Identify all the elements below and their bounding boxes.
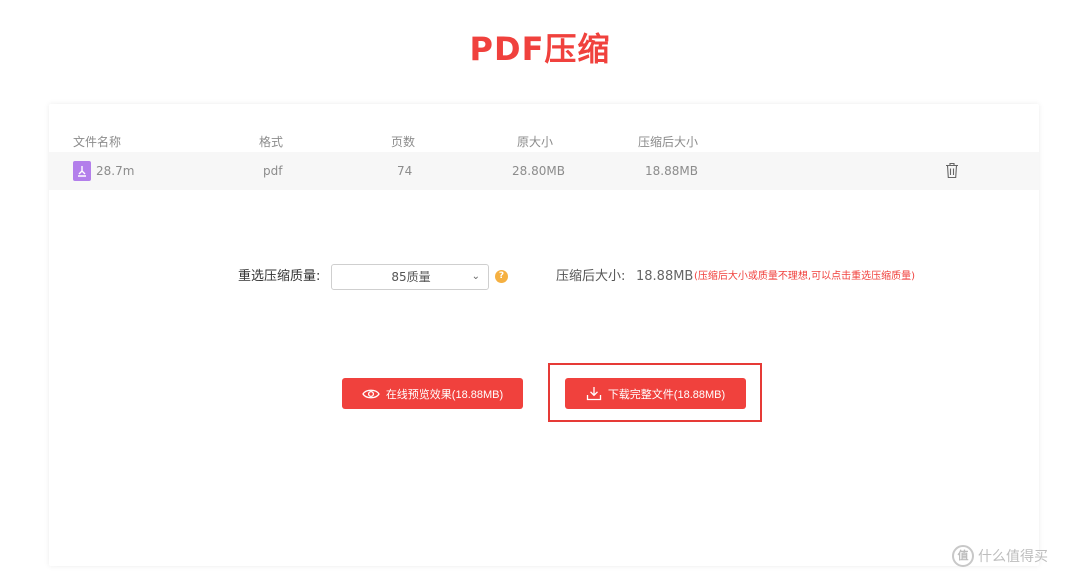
help-icon[interactable]: ?: [495, 270, 508, 283]
quality-row: 重选压缩质量: 85质量 ⌄ ? 压缩后大小: 18.88MB (压缩后大小或质…: [49, 264, 1039, 290]
header-original-size: 原大小: [517, 135, 554, 149]
eye-icon: [362, 389, 380, 398]
preview-button[interactable]: 在线预览效果(18.88MB): [342, 378, 523, 409]
file-compressed-size: 18.88MB: [645, 164, 698, 178]
file-original-size: 28.80MB: [512, 164, 565, 178]
download-button-label: 下载完整文件(18.88MB): [607, 388, 726, 401]
download-icon: [586, 387, 601, 401]
quality-select-value: 85质量: [391, 270, 431, 284]
header-filename: 文件名称: [73, 135, 122, 149]
download-button[interactable]: 下载完整文件(18.88MB): [565, 378, 746, 409]
watermark-logo-icon: 值: [952, 545, 974, 567]
watermark-text: 什么值得买: [978, 549, 1048, 565]
watermark: 值 什么值得买: [952, 544, 1048, 568]
quality-hint: (压缩后大小或质量不理想,可以点击重选压缩质量): [694, 271, 915, 282]
preview-button-label: 在线预览效果(18.88MB): [385, 388, 504, 401]
compressed-size-value: 18.88MB: [636, 269, 694, 284]
header-pages: 页数: [391, 135, 416, 149]
chevron-down-icon: ⌄: [471, 271, 480, 282]
file-name: 28.7m: [96, 164, 135, 178]
header-compressed-size: 压缩后大小: [638, 135, 699, 149]
file-format: pdf: [263, 164, 283, 178]
file-pages: 74: [397, 164, 413, 178]
quality-label: 重选压缩质量:: [238, 269, 321, 284]
page-title: PDF压缩: [469, 30, 611, 68]
pdf-file-icon: [73, 161, 91, 181]
table-header: 文件名称 格式 页数 原大小 压缩后大小: [49, 132, 1039, 152]
file-card: 文件名称 格式 页数 原大小 压缩后大小 28.7m pdf 74 28.80M…: [49, 104, 1039, 566]
header-format: 格式: [259, 135, 284, 149]
table-row: 28.7m pdf 74 28.80MB 18.88MB: [49, 152, 1039, 190]
compressed-size-label: 压缩后大小:: [556, 269, 626, 284]
trash-icon[interactable]: [945, 162, 959, 179]
quality-select[interactable]: 85质量 ⌄: [331, 264, 489, 290]
